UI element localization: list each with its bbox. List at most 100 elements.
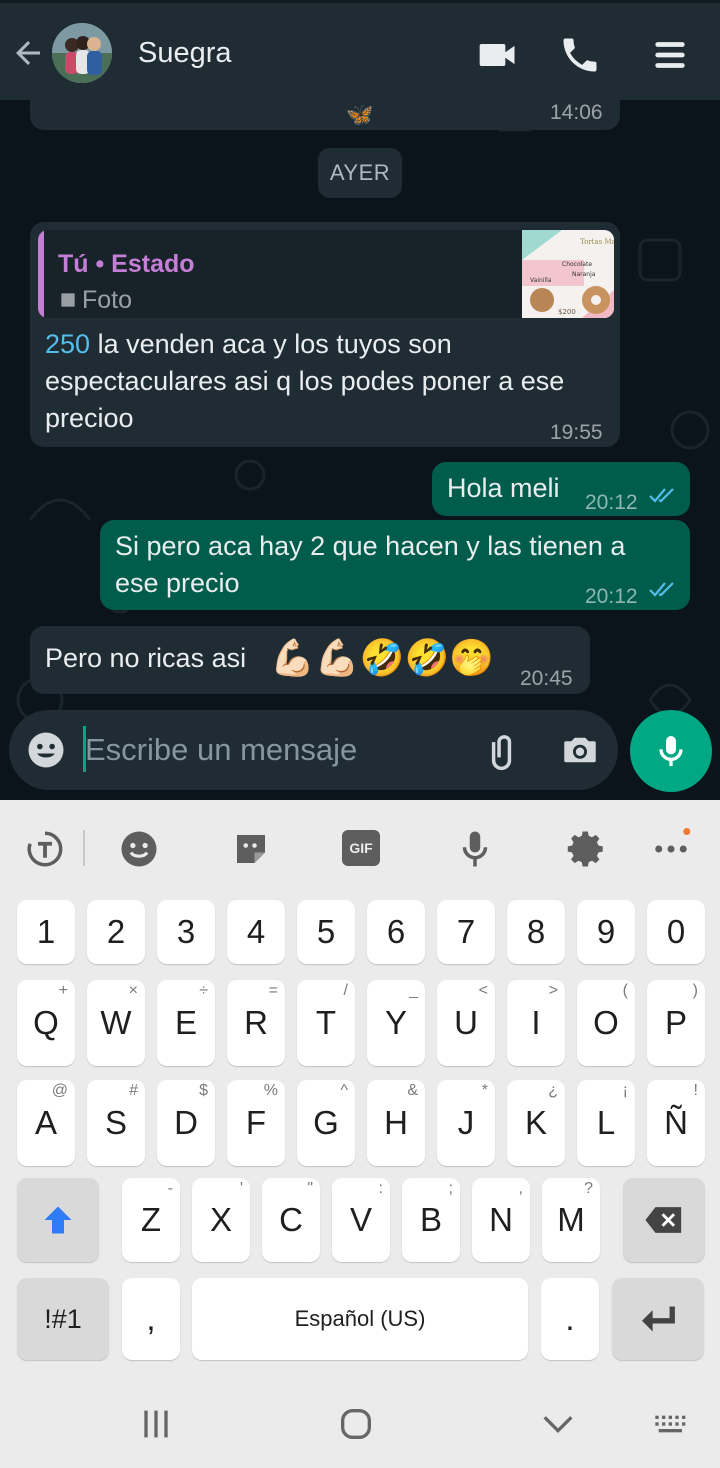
key-r[interactable]: R = <box>227 980 285 1066</box>
key-8[interactable]: 8 <box>507 900 565 964</box>
key-q[interactable]: Q + <box>17 980 75 1066</box>
message-bubble-outgoing[interactable]: Si pero aca hay 2 que hacen y las tienen… <box>100 520 690 610</box>
status-thumbnail[interactable]: Tortas Materas Chocolate Vainilla Naranj… <box>522 230 614 318</box>
key-label: N <box>489 1201 513 1238</box>
key-label: Español (US) <box>294 1306 426 1331</box>
key-i[interactable]: I > <box>507 980 565 1066</box>
period-key[interactable]: . <box>541 1278 599 1360</box>
backspace-key[interactable] <box>623 1178 705 1262</box>
key-n[interactable]: N, <box>472 1178 530 1262</box>
message-bubble-incoming[interactable]: Tú • Estado Foto Tortas Materas Chocolat… <box>30 222 620 447</box>
key-e[interactable]: E ÷ <box>157 980 215 1066</box>
key-y[interactable]: Y _ <box>367 980 425 1066</box>
key-secondary-label: ; <box>448 1180 453 1197</box>
voice-record-button[interactable] <box>630 710 712 792</box>
key-u[interactable]: U < <box>437 980 495 1066</box>
key-secondary-label: × <box>128 982 138 999</box>
key-a[interactable]: A @ <box>17 1080 75 1166</box>
key-f[interactable]: F% <box>227 1080 285 1166</box>
photo-icon <box>61 293 75 307</box>
recent-apps-icon[interactable] <box>136 1404 176 1444</box>
key-label: 7 <box>456 913 476 950</box>
voice-input-icon[interactable] <box>454 828 496 870</box>
key-1[interactable]: 1 <box>17 900 75 964</box>
avatar[interactable] <box>52 23 112 83</box>
key-s[interactable]: S # <box>87 1080 145 1166</box>
settings-icon[interactable] <box>566 828 608 870</box>
key-9[interactable]: 9 <box>577 900 635 964</box>
message-bubble-outgoing[interactable]: Hola meli 20:12 <box>432 462 690 516</box>
key-6[interactable]: 6 <box>367 900 425 964</box>
translate-icon[interactable] <box>24 828 66 870</box>
key-0[interactable]: 0 <box>647 900 705 964</box>
key-secondary-label: ¡ <box>622 1082 628 1099</box>
key-l[interactable]: L ¡ <box>577 1080 635 1166</box>
key-ñ[interactable]: Ñ! <box>647 1080 705 1166</box>
key-secondary-label: & <box>407 1082 418 1099</box>
shift-key[interactable] <box>17 1178 99 1262</box>
message-text: Hola meli <box>447 473 560 503</box>
key-v[interactable]: V: <box>332 1178 390 1262</box>
menu-icon[interactable] <box>648 33 692 77</box>
key-p[interactable]: P) <box>647 980 705 1066</box>
sticker-icon[interactable] <box>230 828 272 870</box>
message-bubble-incoming[interactable]: 🦋 14:06 <box>30 100 620 130</box>
symbols-key[interactable]: !#1 <box>17 1278 109 1360</box>
key-o[interactable]: O( <box>577 980 635 1066</box>
key-x[interactable]: X ' <box>192 1178 250 1262</box>
key-g[interactable]: G ^ <box>297 1080 355 1166</box>
message-text-highlight[interactable]: 250 <box>45 329 90 359</box>
key-w[interactable]: W × <box>87 980 145 1066</box>
emoji-icon[interactable] <box>25 729 67 771</box>
key-label: 8 <box>526 913 546 950</box>
key-secondary-label: $ <box>199 1082 208 1099</box>
key-j[interactable]: J * <box>437 1080 495 1166</box>
comma-key[interactable]: , <box>122 1278 180 1360</box>
key-7[interactable]: 7 <box>437 900 495 964</box>
thumb-item: Naranja <box>572 271 596 278</box>
key-label: 2 <box>106 913 126 950</box>
key-label: J <box>457 1104 475 1141</box>
key-t[interactable]: T / <box>297 980 355 1066</box>
message-input[interactable]: Escribe un mensaje <box>85 732 357 768</box>
key-2[interactable]: 2 <box>87 900 145 964</box>
key-4[interactable]: 4 <box>227 900 285 964</box>
key-label: I <box>531 1004 541 1041</box>
video-call-icon[interactable] <box>476 33 520 77</box>
key-z[interactable]: Z- <box>122 1178 180 1262</box>
home-icon[interactable] <box>336 1404 376 1444</box>
keyboard-switch-icon[interactable] <box>652 1404 692 1444</box>
attach-icon[interactable] <box>483 729 525 771</box>
key-k[interactable]: K ¿ <box>507 1080 565 1166</box>
key-secondary-label: # <box>129 1082 138 1099</box>
enter-key[interactable] <box>612 1278 704 1360</box>
back-arrow-icon[interactable] <box>10 33 46 73</box>
back-nav-icon[interactable] <box>538 1404 578 1444</box>
message-bubble-incoming[interactable]: Pero no ricas asi 💪🏻💪🏻🤣🤣🤭 20:45 <box>30 626 590 694</box>
thumb-price: $200 <box>558 308 576 316</box>
key-secondary-label: ) <box>692 982 698 999</box>
space-key[interactable]: Español (US) <box>192 1278 528 1360</box>
chat-area[interactable]: 🦋 14:06 AYER Tú • Estado Foto Tortas Ma … <box>0 100 720 800</box>
key-m[interactable]: M? <box>542 1178 600 1262</box>
key-3[interactable]: 3 <box>157 900 215 964</box>
key-d[interactable]: D $ <box>157 1080 215 1166</box>
key-h[interactable]: H & <box>367 1080 425 1166</box>
key-label: G <box>313 1104 339 1141</box>
key-b[interactable]: B; <box>402 1178 460 1262</box>
contact-name[interactable]: Suegra <box>138 37 232 70</box>
key-label: 5 <box>316 913 336 950</box>
thumb-item: Chocolate <box>562 261 592 268</box>
emoji-icon[interactable] <box>118 828 160 870</box>
butterfly-emoji: 🦋 <box>346 102 374 127</box>
voice-call-icon[interactable] <box>558 33 602 77</box>
key-c[interactable]: C " <box>262 1178 320 1262</box>
key-label: O <box>593 1004 619 1041</box>
gif-button[interactable]: GIF <box>342 830 380 866</box>
key-label: Y <box>384 1004 407 1041</box>
quoted-status[interactable]: Tú • Estado Foto Tortas Materas Chocolat… <box>38 230 614 318</box>
key-5[interactable]: 5 <box>297 900 355 964</box>
key-secondary-label: ' <box>239 1180 243 1197</box>
more-options-icon[interactable] <box>650 828 692 870</box>
camera-icon[interactable] <box>559 729 601 771</box>
